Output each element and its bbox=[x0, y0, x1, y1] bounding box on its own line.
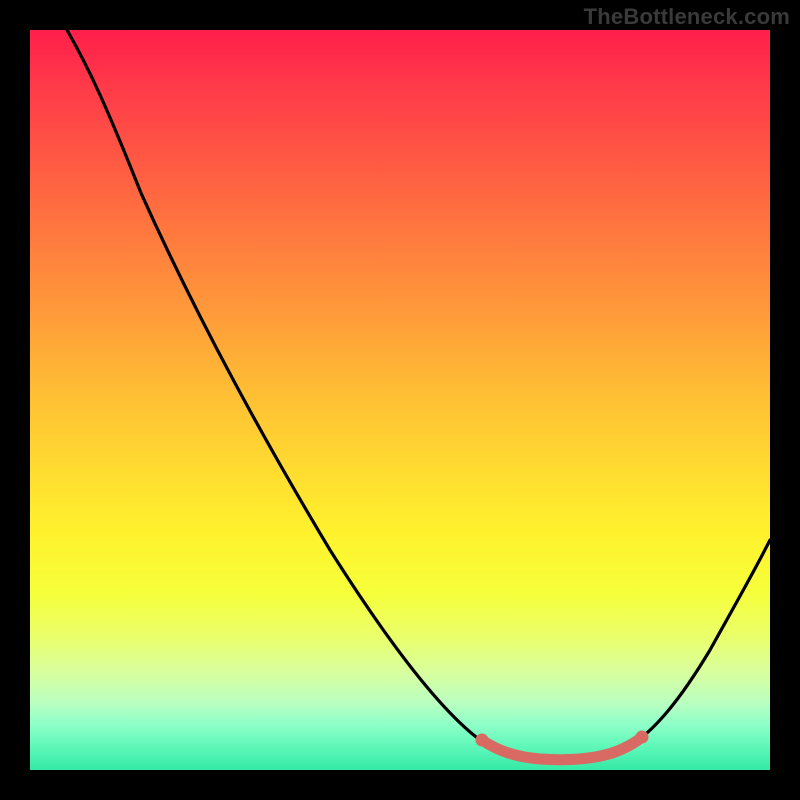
chart-root: TheBottleneck.com bbox=[0, 0, 800, 800]
watermark-text: TheBottleneck.com bbox=[584, 4, 790, 30]
highlight-dot-left bbox=[476, 734, 489, 747]
highlight-dot-right bbox=[636, 731, 649, 744]
plot-area bbox=[30, 30, 770, 770]
curve-overlay bbox=[30, 30, 770, 770]
bottleneck-curve bbox=[67, 30, 770, 759]
highlight-band bbox=[482, 737, 642, 760]
